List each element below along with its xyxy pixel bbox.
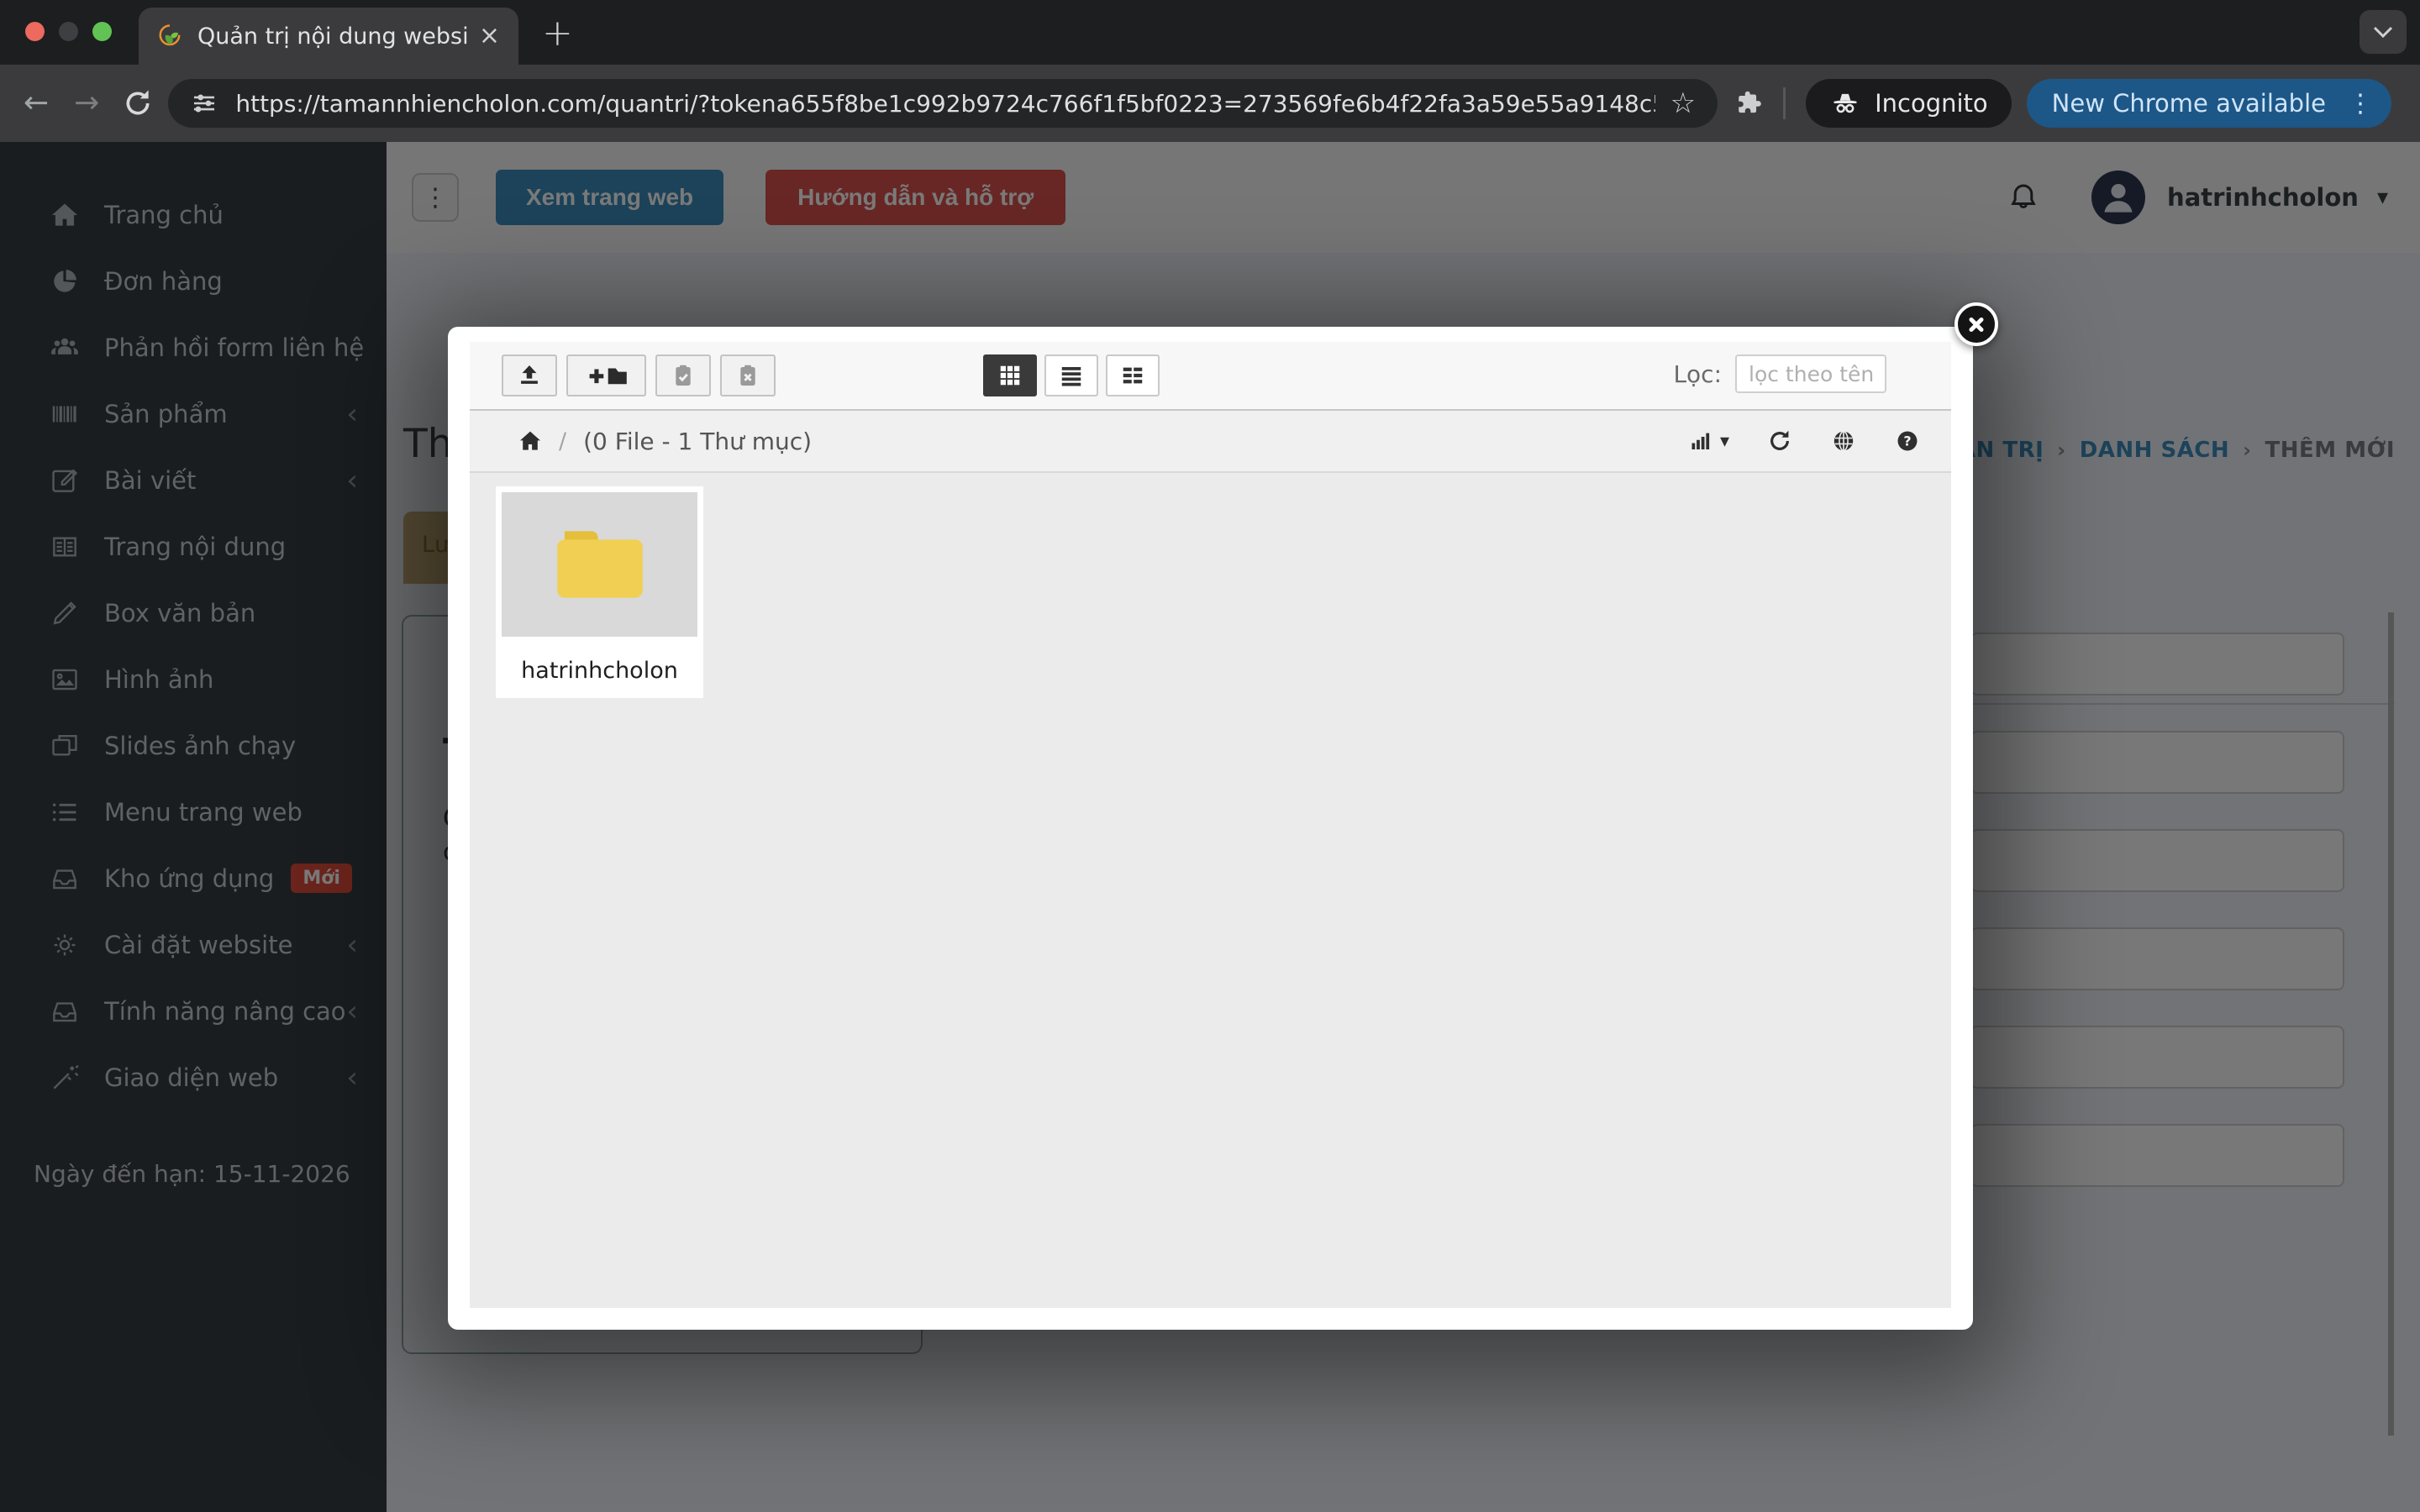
refresh-icon — [1766, 428, 1793, 454]
bookmark-star-icon[interactable]: ☆ — [1670, 87, 1696, 120]
chrome-update-button[interactable]: New Chrome available ⋮ — [2027, 79, 2391, 128]
filter-input[interactable] — [1735, 354, 1886, 393]
question-icon: ? — [1894, 428, 1921, 454]
path-separator: / — [559, 428, 566, 454]
url-text[interactable]: https://tamannhiencholon.com/quantri/?to… — [235, 90, 1655, 118]
columns-view-button[interactable] — [1106, 354, 1160, 396]
back-button[interactable]: ← — [24, 88, 49, 118]
site-favicon-icon — [157, 24, 182, 49]
incognito-badge: Incognito — [1806, 79, 2012, 128]
screen: Quản trị nội dung website × + ← → https:… — [0, 0, 2420, 1512]
list-rows-icon — [1059, 363, 1084, 388]
reload-button[interactable] — [121, 87, 155, 120]
filter-label: Lọc: — [1673, 360, 1722, 388]
fullscreen-window-button[interactable] — [92, 22, 112, 41]
sort-bars-icon — [1690, 428, 1715, 454]
tab-close-icon[interactable]: × — [479, 24, 500, 49]
site-settings-icon[interactable] — [190, 89, 218, 118]
folder-icon — [550, 525, 650, 604]
grid-icon — [997, 363, 1023, 388]
minimize-window-button[interactable] — [59, 22, 78, 41]
item-counter: (0 File - 1 Thư mục) — [583, 428, 812, 455]
incognito-label: Incognito — [1875, 89, 1988, 118]
file-manager-modal: Lọc: / (0 File - 1 Thư mục) ▾ ? — [448, 327, 1973, 1330]
clear-clipboard-button[interactable] — [720, 354, 776, 396]
upload-icon — [515, 361, 544, 390]
list-view-button[interactable] — [1044, 354, 1098, 396]
clipboard-check-icon — [670, 361, 697, 390]
clipboard-x-icon — [734, 361, 761, 390]
file-manager-toolbar: Lọc: — [470, 342, 1951, 411]
language-globe-button[interactable] — [1830, 428, 1857, 454]
toolbar-divider — [1783, 87, 1786, 119]
extensions-icon[interactable] — [1734, 88, 1765, 118]
incognito-icon — [1829, 87, 1861, 119]
sort-button[interactable]: ▾ — [1690, 428, 1729, 454]
chrome-update-label: New Chrome available — [2052, 89, 2326, 118]
folder-item[interactable]: hatrinhcholon — [496, 486, 703, 698]
help-circle-button[interactable]: ? — [1894, 428, 1921, 454]
caret-down-icon: ▾ — [1720, 431, 1729, 452]
browser-tab[interactable]: Quản trị nội dung website × — [139, 8, 518, 65]
columns-icon — [1120, 363, 1145, 388]
new-tab-button[interactable]: + — [542, 15, 573, 52]
url-bar[interactable]: https://tamannhiencholon.com/quantri/?to… — [168, 79, 1718, 128]
browser-titlebar: Quản trị nội dung website × + — [0, 0, 2420, 65]
tab-title: Quản trị nội dung website — [197, 24, 467, 50]
add-folder-icon — [585, 361, 629, 390]
grid-view-button[interactable] — [983, 354, 1037, 396]
new-folder-button[interactable] — [566, 354, 646, 396]
forward-button[interactable]: → — [74, 88, 99, 118]
svg-text:?: ? — [1903, 433, 1911, 449]
folder-thumbnail — [502, 492, 697, 637]
globe-icon — [1830, 428, 1857, 454]
home-icon[interactable] — [517, 428, 544, 454]
upload-button[interactable] — [502, 354, 557, 396]
modal-close-button[interactable] — [1954, 302, 1998, 346]
chrome-menu-kebab-icon[interactable]: ⋮ — [2341, 89, 2380, 118]
window-controls — [25, 22, 112, 41]
folder-name: hatrinhcholon — [496, 643, 703, 698]
file-manager-breadcrumb: / (0 File - 1 Thư mục) ▾ ? — [470, 411, 1951, 473]
close-window-button[interactable] — [25, 22, 45, 41]
tab-search-chevron-icon[interactable] — [2360, 10, 2407, 54]
file-manager-content: hatrinhcholon — [470, 473, 1951, 1308]
paste-button[interactable] — [655, 354, 711, 396]
refresh-button[interactable] — [1766, 428, 1793, 454]
browser-toolbar: ← → https://tamannhiencholon.com/quantri… — [0, 65, 2420, 142]
